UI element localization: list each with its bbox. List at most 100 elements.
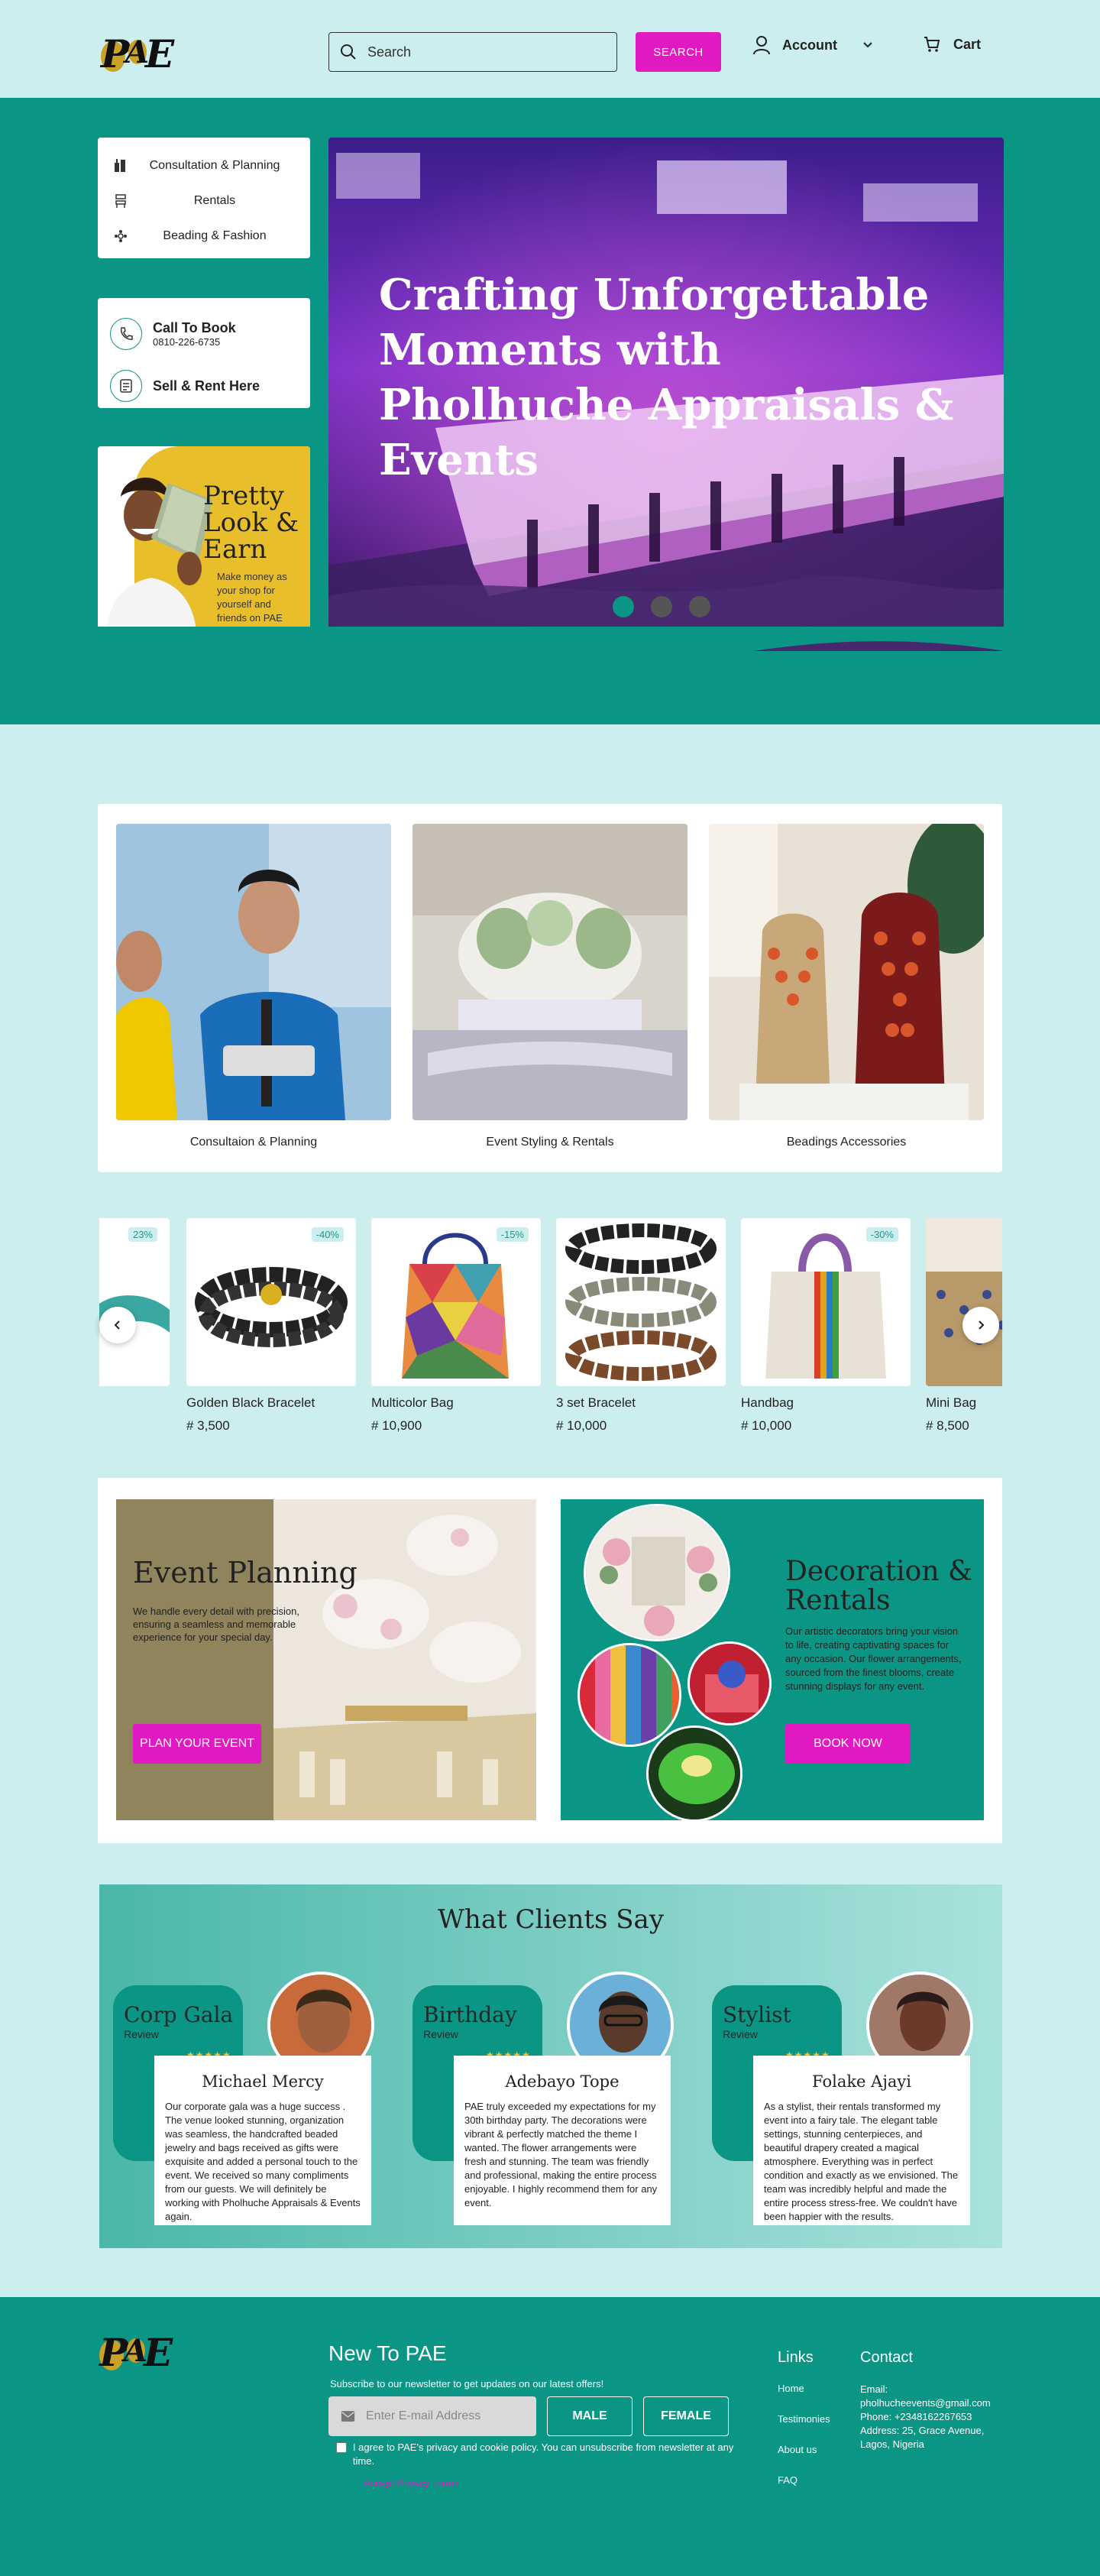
search-button[interactable]: SEARCH	[636, 32, 721, 72]
product-price: # 10,000	[556, 1418, 607, 1432]
contact-phone: Phone: +2348162267653	[860, 2411, 972, 2422]
carousel-prev-button[interactable]	[99, 1307, 136, 1343]
testimonial-role: Corp Gala	[124, 2002, 234, 2027]
hero-slider[interactable]: Crafting Unforgettable Moments with Phol…	[328, 138, 1004, 651]
plan-event-button[interactable]: PLAN YOUR EVENT	[133, 1724, 261, 1764]
event-planning-text: We handle every detail with precision, e…	[133, 1606, 299, 1643]
testimonial-text: PAE truly exceeded my expectations for m…	[464, 2101, 658, 2208]
service-card-beadings[interactable]: Beadings Accessories	[709, 824, 984, 1149]
user-icon	[753, 36, 770, 55]
slide-dot[interactable]	[613, 596, 634, 617]
planning-icon	[110, 158, 131, 173]
category-item-planning[interactable]: Consultation & Planning	[110, 148, 298, 183]
footer-link-testimonies[interactable]: Testimonies	[778, 2413, 830, 2425]
footer-link-home[interactable]: Home	[778, 2383, 804, 2394]
category-label: Beading & Fashion	[163, 229, 267, 242]
category-label: Rentals	[193, 194, 236, 207]
product-name: Golden Black Bracelet	[186, 1395, 315, 1410]
cart-link[interactable]: Cart	[923, 35, 981, 53]
product-image	[926, 1218, 1002, 1386]
promo-title: Pretty Look & Earn	[203, 481, 299, 565]
footer-link-faq[interactable]: FAQ	[778, 2474, 798, 2486]
beadings-photo	[709, 824, 984, 1120]
email-input[interactable]	[366, 2409, 524, 2423]
pae-logo[interactable]: P A E	[96, 2326, 180, 2377]
testimonial-card: Birthday Review ★★★★★ Adebayo Tope PAE t…	[399, 1972, 674, 2225]
product-card[interactable]: 3 set Bracelet # 10,000	[556, 1218, 726, 1432]
product-carousel: 23% -40% Golden Black Bracelet # 3,500 -…	[99, 1218, 1002, 1432]
decoration-title: Decoration & Rentals	[785, 1556, 973, 1616]
beading-icon	[110, 228, 131, 244]
product-price: # 3,500	[186, 1418, 230, 1432]
account-label: Account	[782, 37, 837, 53]
search-input[interactable]	[367, 44, 597, 60]
sell-rent-link[interactable]: Sell & Rent Here	[110, 365, 298, 407]
category-item-rentals[interactable]: Rentals	[110, 183, 298, 219]
hero-headline: Crafting Unforgettable Moments with Phol…	[379, 270, 954, 485]
pae-logo[interactable]: P A E	[98, 28, 182, 78]
service-card-planning[interactable]: Consultaion & Planning	[116, 824, 391, 1149]
female-button[interactable]: FEMALE	[643, 2396, 729, 2436]
chevron-left-icon	[114, 1320, 120, 1330]
consent-text: I agree to PAE's privacy and cookie poli…	[352, 2442, 734, 2467]
contact-email: Email: pholhucheevents@gmail.com	[860, 2383, 991, 2409]
product-card[interactable]: 23%	[99, 1218, 170, 1395]
search-bar[interactable]	[328, 32, 617, 72]
testimonial-role: Stylist	[723, 2002, 791, 2027]
testimonial-review-label: Review	[124, 2028, 159, 2040]
category-menu: Consultation & Planning Rentals Beading …	[98, 138, 310, 258]
carousel-next-button[interactable]	[962, 1307, 999, 1343]
newsletter-subtitle: Subscribe to our newsletter to get updat…	[330, 2378, 604, 2390]
svg-text:E: E	[144, 31, 175, 76]
product-name: Multicolor Bag	[371, 1395, 454, 1410]
footer-link-about[interactable]: About us	[778, 2444, 817, 2455]
testimonial-name: Adebayo Tope	[505, 2072, 620, 2091]
slide-dot[interactable]	[651, 596, 672, 617]
discount-badge: -40%	[311, 1227, 344, 1242]
category-label: Consultation & Planning	[149, 159, 280, 172]
testimonial-name: Folake Ajayi	[812, 2072, 911, 2091]
male-button[interactable]: MALE	[547, 2396, 632, 2436]
consent-checkbox[interactable]	[336, 2442, 347, 2453]
chevron-right-icon	[979, 1320, 985, 1330]
product-card[interactable]: -15% Multicolor Bag # 10,900	[371, 1218, 541, 1432]
product-image	[556, 1218, 726, 1386]
product-price: # 10,900	[371, 1418, 422, 1432]
email-field[interactable]	[328, 2396, 536, 2436]
testimonial-body: Michael Mercy Our corporate gala was a h…	[154, 2056, 371, 2225]
account-menu[interactable]: Account	[752, 35, 874, 55]
promo-card[interactable]: Pretty Look & Earn Make money as your sh…	[98, 446, 310, 651]
product-price: # 10,000	[741, 1418, 792, 1432]
contact-card: Call To Book 0810-226-6735 Sell & Rent H…	[98, 298, 310, 408]
services-section: Consultaion & Planning Event Styling & R…	[98, 804, 1002, 1172]
category-item-beading[interactable]: Beading & Fashion	[110, 219, 298, 254]
product-card[interactable]: -40% Golden Black Bracelet # 3,500	[186, 1218, 356, 1432]
testimonial-name: Michael Mercy	[202, 2072, 324, 2091]
rentals-icon	[110, 193, 131, 209]
privacy-link[interactable]: Accept Privacy Terms	[364, 2477, 459, 2489]
product-image: 23%	[99, 1218, 170, 1386]
service-card-styling[interactable]: Event Styling & Rentals	[412, 824, 688, 1149]
slide-dot[interactable]	[689, 596, 710, 617]
contact-info: Email: pholhucheevents@gmail.com Phone: …	[860, 2383, 1013, 2451]
wave-divider	[0, 627, 1100, 680]
call-to-book[interactable]: Call To Book 0810-226-6735	[110, 313, 298, 355]
links-heading: Links	[778, 2349, 814, 2366]
book-now-button[interactable]: BOOK NOW	[785, 1724, 911, 1764]
site-header: P A E SEARCH Account Cart	[0, 0, 1100, 98]
testimonial-card: Corp Gala Review ★★★★★ Michael Mercy Our…	[99, 1972, 374, 2225]
site-footer: P A E New To PAE Subscribe to our newsle…	[0, 2297, 1100, 2576]
slider-dots	[613, 596, 710, 617]
cart-label: Cart	[953, 36, 982, 52]
testimonial-body: Adebayo Tope PAE truly exceeded my expec…	[454, 2056, 671, 2225]
testimonial-body: Folake Ajayi As a stylist, their rentals…	[753, 2056, 970, 2225]
decoration-rentals-card: Decoration & Rentals Our artistic decora…	[561, 1499, 984, 1820]
product-name: 3 set Bracelet	[556, 1395, 636, 1410]
event-planning-card: Event Planning We handle every detail wi…	[116, 1499, 536, 1820]
search-icon	[341, 44, 356, 60]
service-caption: Consultaion & Planning	[189, 1136, 318, 1149]
product-card[interactable]: -30% Handbag # 10,000	[741, 1218, 911, 1432]
decor-bubble-3	[688, 1641, 772, 1725]
phone-icon	[110, 318, 142, 350]
contact-heading: Contact	[860, 2349, 913, 2366]
